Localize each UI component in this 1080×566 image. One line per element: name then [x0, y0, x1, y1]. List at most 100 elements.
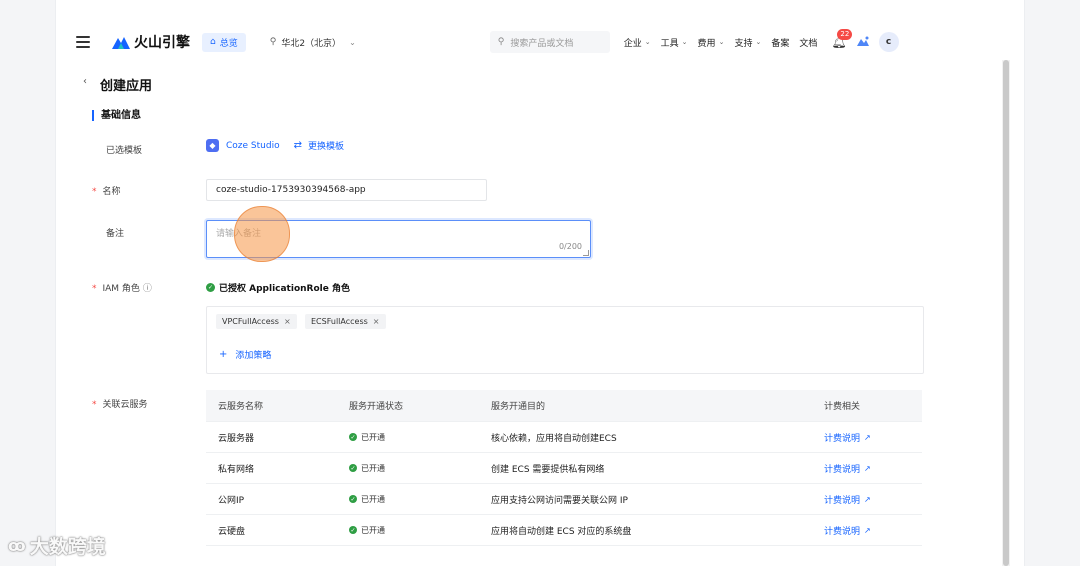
iam-status-text: 已授权 ApplicationRole 角色 — [219, 284, 350, 294]
template-label: 已选模板 — [106, 146, 143, 156]
billing-link[interactable]: 计费说明 ↗ — [824, 484, 871, 514]
external-link-icon: ↗ — [864, 432, 871, 442]
service-purpose: 核心依赖，应用将自动创建ECS — [491, 433, 617, 444]
service-status: ✓ 已开通 — [349, 515, 385, 545]
policy-tag-label: VPCFullAccess — [222, 317, 279, 326]
change-template-button[interactable]: ⇄ 更换模板 — [294, 139, 344, 152]
nav-item-docs[interactable]: 文档 — [799, 36, 817, 49]
note-char-counter: 0/200 — [558, 242, 582, 251]
remove-tag-icon[interactable]: × — [373, 317, 380, 326]
billing-link-label: 计费说明 — [824, 433, 861, 444]
nav-item-billing[interactable]: 费用 ⌄ — [698, 36, 725, 49]
service-purpose: 应用支持公网访问需要关联公网 IP — [491, 495, 628, 506]
resize-handle[interactable] — [583, 250, 589, 256]
required-asterisk: * — [92, 187, 97, 197]
console-page: 火山引擎 ⌂ 总览 ⚲ 华北2（北京） ⌄ ⚲ 搜索产品或文档 企业 ⌄ 工具 ⌄ … — [55, 0, 1025, 566]
watermark: ꝏ 大数跨境 — [8, 532, 106, 559]
brand-name: 火山引擎 — [134, 35, 190, 51]
section-title-basic-info: 基础信息 — [92, 110, 141, 121]
service-name: 私有网络 — [218, 464, 255, 475]
status-text: 已开通 — [361, 432, 385, 442]
search-icon: ⚲ — [497, 37, 505, 47]
swap-arrows-icon: ⇄ — [293, 140, 302, 151]
nav-label: 支持 — [734, 38, 753, 49]
check-circle-icon: ✓ — [349, 464, 357, 472]
nav-label: 费用 — [697, 38, 716, 49]
name-input[interactable]: coze-studio-1753930394568-app — [206, 179, 487, 201]
billing-link[interactable]: 计费说明 ↗ — [824, 422, 871, 452]
required-asterisk: * — [92, 284, 97, 294]
check-circle-icon: ✓ — [349, 433, 357, 441]
external-link-icon: ↗ — [864, 525, 871, 535]
billing-link[interactable]: 计费说明 ↗ — [824, 515, 871, 545]
column-header: 服务开通目的 — [491, 402, 546, 412]
top-navigation-bar: 火山引擎 ⌂ 总览 ⚲ 华北2（北京） ⌄ ⚲ 搜索产品或文档 企业 ⌄ 工具 ⌄ … — [76, 24, 1016, 60]
policy-box: VPCFullAccess × ECSFullAccess × + 添加策略 — [206, 306, 924, 374]
check-circle-icon: ✓ — [349, 526, 357, 534]
nav-item-tools[interactable]: 工具 ⌄ — [661, 36, 688, 49]
add-policy-button[interactable]: + 添加策略 — [219, 348, 271, 361]
nav-label: 工具 — [660, 38, 679, 49]
mountain-icon[interactable] — [856, 36, 869, 49]
header-nav: 企业 ⌄ 工具 ⌄ 费用 ⌄ 支持 ⌄ 备案 文档 — [624, 36, 828, 49]
notification-bell-icon[interactable]: 🔔︎ 22 — [831, 29, 853, 49]
change-template-label: 更换模板 — [307, 142, 344, 152]
table-row: 公网IP ✓ 已开通 应用支持公网访问需要关联公网 IP 计费说明 ↗ — [206, 484, 922, 515]
nav-item-enterprise[interactable]: 企业 ⌄ — [624, 36, 651, 49]
service-name: 云硬盘 — [218, 526, 246, 537]
billing-link-label: 计费说明 — [824, 526, 861, 537]
watermark-text: 大数跨境 — [29, 536, 106, 558]
service-status: ✓ 已开通 — [349, 422, 385, 452]
table-row: 云服务器 ✓ 已开通 核心依赖，应用将自动创建ECS 计费说明 ↗ — [206, 422, 922, 453]
search-placeholder: 搜索产品或文档 — [510, 38, 574, 49]
brand-logo[interactable]: 火山引擎 — [112, 32, 190, 52]
user-avatar[interactable]: c — [878, 32, 899, 52]
check-circle-icon: ✓ — [206, 283, 215, 292]
nav-item-support[interactable]: 支持 ⌄ — [734, 36, 761, 49]
service-purpose: 创建 ECS 需要提供私有网络 — [491, 464, 605, 475]
nav-item-filing[interactable]: 备案 — [771, 36, 789, 49]
table-header-row: 云服务名称 服务开通状态 服务开通目的 计费相关 — [206, 390, 922, 422]
iam-label-text: IAM 角色 — [102, 284, 140, 294]
region-selector[interactable]: ⚲ 华北2（北京） ⌄ — [270, 36, 356, 49]
required-asterisk: * — [92, 400, 97, 410]
billing-link[interactable]: 计费说明 ↗ — [824, 453, 871, 483]
table-row: 云硬盘 ✓ 已开通 应用将自动创建 ECS 对应的系统盘 计费说明 ↗ — [206, 515, 922, 546]
policy-tag: ECSFullAccess × — [305, 314, 386, 329]
status-text: 已开通 — [361, 494, 385, 504]
external-link-icon: ↗ — [864, 463, 871, 473]
page-title: 创建应用 — [100, 79, 153, 94]
policy-tag-label: ECSFullAccess — [311, 317, 368, 326]
watermark-logo-icon: ꝏ — [8, 536, 26, 555]
name-label-text: 名称 — [102, 187, 121, 197]
name-label: * 名称 — [92, 184, 121, 197]
table-row: 私有网络 ✓ 已开通 创建 ECS 需要提供私有网络 计费说明 ↗ — [206, 453, 922, 484]
volcano-logo-icon — [112, 37, 130, 49]
status-text: 已开通 — [361, 463, 385, 473]
note-label: 备注 — [106, 229, 125, 239]
related-services-label: * 关联云服务 — [92, 397, 148, 410]
notification-badge: 22 — [837, 29, 853, 40]
nav-label: 备案 — [771, 38, 790, 49]
chevron-down-icon: ⌄ — [755, 38, 762, 46]
back-icon[interactable]: ‹ — [83, 76, 87, 87]
chevron-down-icon: ⌄ — [681, 38, 688, 46]
iam-authorized-status: ✓ 已授权 ApplicationRole 角色 — [206, 281, 350, 294]
service-status: ✓ 已开通 — [349, 484, 385, 514]
add-policy-label: 添加策略 — [235, 351, 272, 361]
chevron-down-icon: ⌄ — [349, 37, 356, 47]
check-circle-icon: ✓ — [349, 495, 357, 503]
help-circle-icon[interactable]: ⓘ — [143, 284, 152, 294]
remove-tag-icon[interactable]: × — [284, 317, 291, 326]
service-purpose: 应用将自动创建 ECS 对应的系统盘 — [491, 526, 632, 537]
column-header: 服务开通状态 — [349, 402, 404, 412]
home-tab-label: 总览 — [219, 38, 238, 49]
search-input[interactable]: ⚲ 搜索产品或文档 — [489, 31, 610, 53]
location-pin-icon: ⚲ — [269, 37, 277, 47]
home-overview-tab[interactable]: ⌂ 总览 — [202, 32, 246, 52]
iam-role-label: * IAM 角色 ⓘ — [92, 281, 152, 294]
status-text: 已开通 — [361, 525, 385, 535]
hamburger-menu-icon[interactable] — [76, 36, 90, 48]
chevron-down-icon: ⌄ — [718, 38, 725, 46]
scrollbar-thumb[interactable] — [1003, 60, 1009, 566]
